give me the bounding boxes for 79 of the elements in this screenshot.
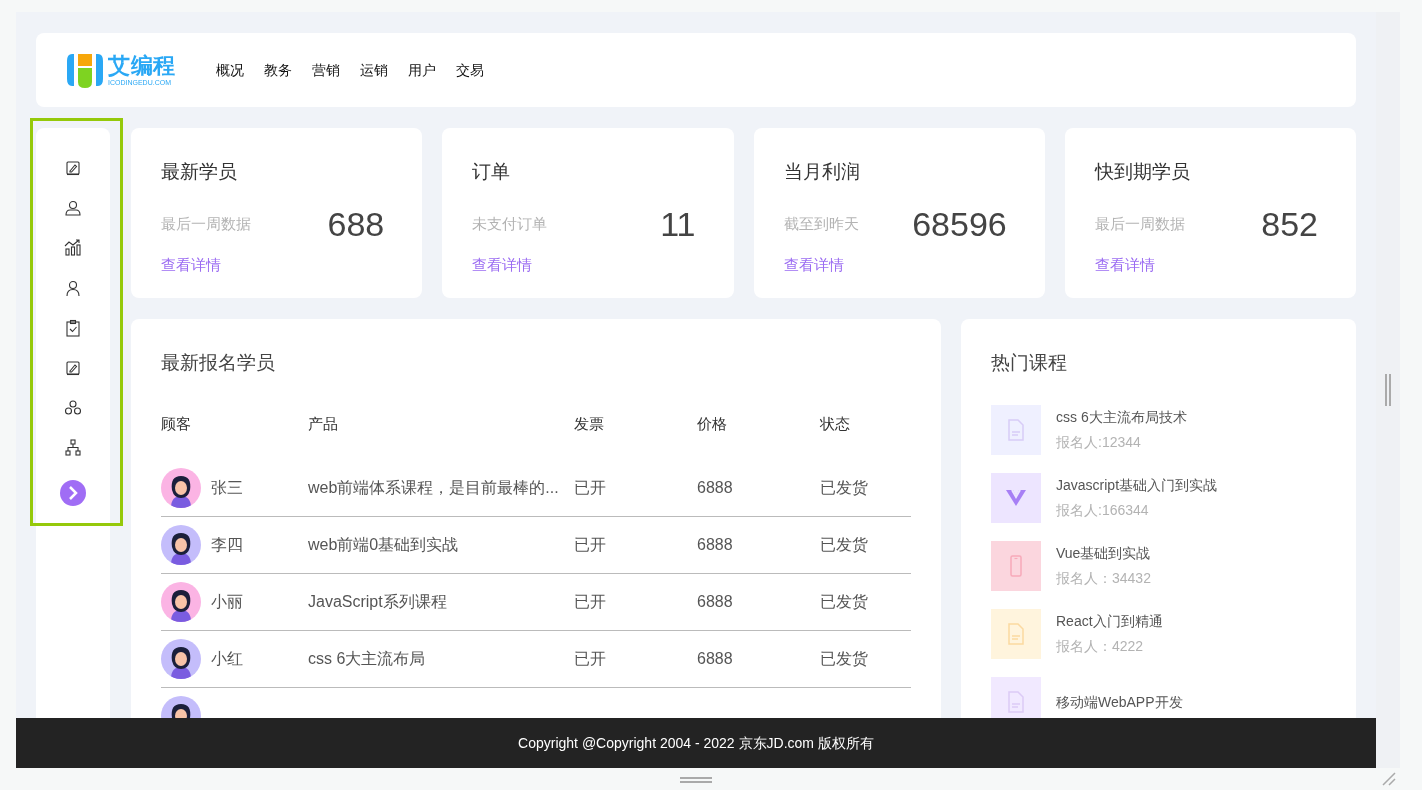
edit-icon[interactable] [64, 359, 82, 377]
customer-name: 小红 [211, 649, 243, 669]
file-icon [1008, 623, 1024, 645]
nav-link[interactable]: 用户 [407, 59, 436, 81]
stat-caption: 未支付订单 [472, 213, 548, 234]
card-title: 最新学员 [161, 160, 238, 184]
table-cell-text: 6888 [697, 592, 734, 612]
details-link[interactable]: 查看详情 [161, 254, 221, 277]
copyright-text: Copyright @Copyright 2004 - 2022 京东JD.com 版权所有 [518, 733, 874, 753]
stat-caption: 最后一周数据 [1094, 213, 1185, 234]
card-title: 快到期学员 [1094, 160, 1191, 184]
table-cell-text: 已开 [574, 592, 607, 612]
nav-link[interactable]: 营销 [311, 59, 340, 81]
nav-link[interactable]: 交易 [455, 59, 484, 81]
clipboard-check-icon[interactable] [64, 319, 82, 337]
table-cell-text: 已发货 [820, 535, 869, 555]
column-header: 发票 [574, 413, 605, 434]
phone-icon [1010, 555, 1022, 577]
logo-text: 艾编程 [108, 54, 176, 77]
column-header: 价格 [697, 413, 728, 434]
column-header: 产品 [308, 413, 339, 434]
hierarchy-icon[interactable] [64, 439, 82, 457]
table-cell-text: JavaScript系列课程 [308, 592, 448, 612]
signup-count: 报名人：34432 [1056, 569, 1151, 588]
stat-value: 68596 [912, 207, 1007, 241]
table-cell-text: css 6大主流布局 [308, 649, 427, 669]
table-cell-text: 已开 [574, 649, 607, 669]
table-cell-text: 已开 [574, 478, 607, 498]
stat-value: 11 [660, 207, 696, 241]
details-link[interactable]: 查看详情 [783, 254, 844, 277]
details-link[interactable]: 查看详情 [1094, 254, 1155, 277]
course-title[interactable]: Javascript基础入门到实战 [1056, 475, 1218, 496]
customer-name: 小丽 [211, 592, 243, 612]
table-cell-text: 6888 [697, 478, 734, 498]
card-title: 订单 [472, 160, 512, 184]
course-title[interactable]: 移动端WebAPP开发 [1056, 691, 1183, 713]
table-cell-text: 6888 [697, 649, 734, 669]
column-header: 顾客 [161, 413, 192, 434]
stat-caption: 截至到昨天 [783, 213, 859, 234]
v-shape-icon [1005, 489, 1027, 507]
table-cell-text: 已开 [574, 535, 607, 555]
customer-name: 李四 [211, 535, 243, 555]
course-title[interactable]: React入门到精通 [1056, 611, 1163, 632]
table-cell-text: 6888 [697, 535, 734, 555]
stat-value: 688 [327, 207, 385, 241]
person-icon[interactable] [64, 279, 82, 297]
details-link[interactable]: 查看详情 [472, 254, 533, 277]
expand-button[interactable] [60, 480, 86, 506]
card-title: 当月利润 [783, 160, 861, 184]
stat-value: 852 [1261, 207, 1318, 241]
stat-caption: 最后一周数据 [161, 213, 251, 234]
circles-icon[interactable] [64, 399, 82, 417]
card-title: 热门课程 [991, 351, 1068, 375]
table-cell-text: 已发货 [820, 592, 869, 612]
table-cell-text: web前端0基础到实战 [308, 535, 460, 555]
table-cell-text: 已发货 [820, 649, 869, 669]
course-title[interactable]: Vue基础到实战 [1056, 543, 1151, 564]
signup-count: 报名人:166344 [1056, 501, 1150, 520]
file-icon [1008, 419, 1024, 441]
resize-grip-icon[interactable] [1382, 772, 1396, 786]
signup-count: 报名人:12344 [1056, 433, 1142, 452]
signup-count: 报名人：4222 [1056, 637, 1145, 656]
card-title: 最新报名学员 [161, 351, 276, 375]
table-cell-text: 已发货 [820, 478, 869, 498]
nav-link[interactable]: 教务 [263, 59, 292, 81]
table-cell-text: web前端体系课程，是目前最棒的... [308, 478, 560, 498]
edit-icon[interactable] [64, 159, 82, 177]
column-header: 状态 [820, 413, 851, 434]
logo-icon [66, 51, 104, 89]
resize-handle-icon[interactable] [680, 777, 712, 783]
chevron-right-icon [68, 486, 78, 500]
nav-link[interactable]: 运销 [359, 59, 388, 81]
file-icon [1008, 691, 1024, 713]
chart-icon[interactable] [64, 239, 82, 257]
user-icon[interactable] [64, 199, 82, 217]
resize-handle-icon[interactable] [1385, 374, 1391, 406]
nav-link[interactable]: 概况 [215, 59, 244, 81]
course-title[interactable]: css 6大主流布局技术 [1056, 407, 1187, 428]
customer-name: 张三 [211, 478, 243, 498]
